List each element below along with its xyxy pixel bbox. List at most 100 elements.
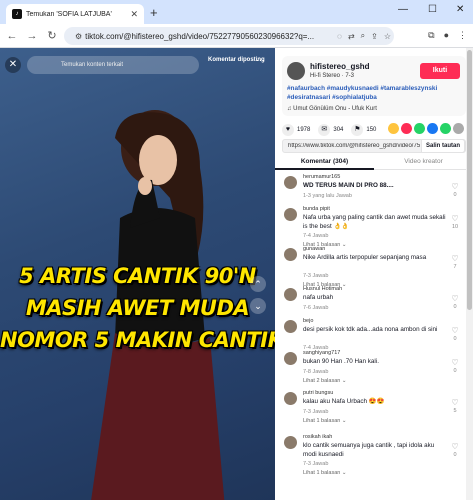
back-icon[interactable]: ← <box>4 30 20 42</box>
comment-meta[interactable]: 7-3 Jawab <box>303 461 328 467</box>
bookmark-icon: ⚑ <box>351 124 364 136</box>
tab-creator-videos[interactable]: Video kreator <box>374 156 473 168</box>
eye-off-icon[interactable]: ◌ <box>337 32 342 41</box>
view-replies-button[interactable]: Lihat 1 balasan ⌄ <box>303 470 346 476</box>
share-whatsapp2-icon[interactable] <box>440 123 451 134</box>
stats-bar: ♥ 1978 ✉ 304 ⚑ 150 <box>282 124 384 136</box>
comment-like-icon[interactable]: ♡ <box>449 294 461 303</box>
video-player[interactable]: ✕ Temukan konten terkait Komentar dipost… <box>0 48 275 500</box>
comment-like-icon[interactable]: ♡ <box>449 214 461 223</box>
tab-title: Temukan 'SOFIA LATJUBA' <box>26 10 112 18</box>
comment-avatar[interactable] <box>284 208 297 221</box>
comment-like-count: 0 <box>453 368 457 374</box>
more-options-icon[interactable]: ⋯ <box>256 55 265 66</box>
comment-avatar[interactable] <box>284 176 297 189</box>
comment-like-count: 10 <box>451 224 459 230</box>
forward-icon[interactable]: → <box>24 30 40 42</box>
share-icon[interactable]: ⇪ <box>371 32 378 41</box>
scrollbar-thumb[interactable] <box>467 50 472 310</box>
tiktok-icon: ♪ <box>12 9 22 19</box>
close-video-button[interactable]: ✕ <box>5 57 21 73</box>
comment-text: kalau aku Nafa Urbach 😍😍 <box>303 398 385 405</box>
url-text: tiktok.com/@hifistereo_gshd/video/752277… <box>85 31 315 41</box>
overlay-line-3: NOMOR 5 MAKIN CANTIK <box>0 328 275 352</box>
tab-comments[interactable]: Komentar (304) <box>275 156 374 170</box>
comment-meta[interactable]: 7-4 Jawab <box>303 233 328 239</box>
view-replies-button[interactable]: Lihat 2 balasan ⌄ <box>303 378 346 384</box>
comment-like-icon[interactable]: ♡ <box>449 442 461 451</box>
zoom-icon[interactable]: ⌕ <box>361 31 365 41</box>
share-more-icon[interactable] <box>453 123 464 134</box>
comment-like-icon[interactable]: ♡ <box>449 398 461 407</box>
share-embed-icon[interactable] <box>388 123 399 134</box>
comment-username[interactable]: sanghiyang717 <box>303 350 340 356</box>
browser-tab[interactable]: ♪ Temukan 'SOFIA LATJUBA' ✕ <box>6 4 144 24</box>
author-username[interactable]: hifistereo_gshd <box>310 62 370 71</box>
comment-text: klo cantik semuanya juga cantik , tapi i… <box>303 442 435 458</box>
bookmark-star-icon[interactable]: ☆ <box>384 32 391 41</box>
related-search-input[interactable]: Temukan konten terkait <box>27 56 199 74</box>
comment-like-count: 7 <box>453 264 457 270</box>
translate-icon[interactable]: ⇄ <box>348 32 355 41</box>
comment-like-icon[interactable]: ♡ <box>449 182 461 191</box>
comment-avatar[interactable] <box>284 320 297 333</box>
new-tab-button[interactable]: + <box>150 5 158 20</box>
comment-like-icon[interactable]: ♡ <box>449 254 461 263</box>
like-stat[interactable]: ♥ 1978 <box>282 124 310 136</box>
comment-meta[interactable]: 7-3 Jawab <box>303 273 328 279</box>
tab-close-icon[interactable]: ✕ <box>130 9 138 20</box>
comment-meta[interactable]: 7-3 Jawab <box>303 409 328 415</box>
share-friends-icon[interactable] <box>401 123 412 134</box>
next-video-button[interactable]: ⌄ <box>250 298 266 314</box>
comment-avatar[interactable] <box>284 436 297 449</box>
profile-icon[interactable]: ● <box>444 30 449 41</box>
comment-username[interactable]: putri bungsu <box>303 390 333 396</box>
comment-avatar[interactable] <box>284 352 297 365</box>
hashtags[interactable]: #nafaurbach #maudykusnaedi #tamarableszy… <box>287 84 463 102</box>
video-link: https://www.tiktok.com/@hifistereo_gshd/… <box>288 143 420 149</box>
comment-meta[interactable]: 7-8 Jawab <box>303 369 328 375</box>
author-card: hifistereo_gshd Hi-fi Stereo · 7-3 Ikuti… <box>282 56 466 116</box>
comment-meta[interactable]: 7-6 Jawab <box>303 305 328 311</box>
comment-username[interactable]: bunda pipit <box>303 206 330 212</box>
comment-username[interactable]: Husnul Hotimah <box>303 286 342 292</box>
comment-avatar[interactable] <box>284 288 297 301</box>
music-link[interactable]: ♫ Umut Gönülüm Onu - Ufuk Kurt <box>287 106 377 112</box>
extensions-icon[interactable]: ⧉ <box>428 30 434 41</box>
overlay-line-1: 5 ARTIS CANTIK 90'N <box>19 264 256 288</box>
comment-like-count: 0 <box>453 192 457 198</box>
link-box: https://www.tiktok.com/@hifistereo_gshd/… <box>282 139 466 153</box>
maximize-button[interactable]: ☐ <box>428 4 437 15</box>
previous-video-button[interactable]: ⌃ <box>250 276 266 292</box>
close-window-button[interactable]: ✕ <box>456 4 464 15</box>
comment-avatar[interactable] <box>284 248 297 261</box>
menu-icon[interactable]: ⋮ <box>458 30 467 41</box>
comment-stat[interactable]: ✉ 304 <box>318 124 343 136</box>
scrollbar[interactable] <box>466 48 473 500</box>
comment-username[interactable]: bejo <box>303 318 313 324</box>
share-facebook-icon[interactable] <box>427 123 438 134</box>
save-stat[interactable]: ⚑ 150 <box>351 124 376 136</box>
minimize-button[interactable]: — <box>398 4 408 15</box>
author-avatar[interactable] <box>287 62 305 80</box>
heart-icon: ♥ <box>282 124 294 136</box>
author-subtitle: Hi-fi Stereo · 7-3 <box>310 73 355 79</box>
comment-meta[interactable]: 1-3 yang lalu Jawab <box>303 193 352 199</box>
share-whatsapp-icon[interactable] <box>414 123 425 134</box>
comment-username[interactable]: herumamur165 <box>303 174 340 180</box>
view-replies-button[interactable]: Lihat 1 balasan ⌄ <box>303 418 346 424</box>
follow-button[interactable]: Ikuti <box>420 63 460 79</box>
site-info-icon[interactable]: ⚙ <box>75 32 82 41</box>
comment-like-count: 0 <box>453 452 457 458</box>
toolbar: ← → ↻ ⚙ tiktok.com/@hifistereo_gshd/vide… <box>0 24 473 48</box>
reload-icon[interactable]: ↻ <box>44 29 60 42</box>
comment-like-icon[interactable]: ♡ <box>449 326 461 335</box>
comment-icon: ✉ <box>318 124 331 136</box>
comment-like-icon[interactable]: ♡ <box>449 358 461 367</box>
copy-link-button[interactable]: Salin tautan <box>421 139 465 153</box>
comment-username[interactable]: gunawan <box>303 246 325 252</box>
comment-username[interactable]: rosikah ikah <box>303 434 332 440</box>
comment-text: Nafa urba yang paling cantik dan awet mu… <box>303 214 446 230</box>
address-bar[interactable]: ⚙ tiktok.com/@hifistereo_gshd/video/7522… <box>64 27 394 45</box>
comment-avatar[interactable] <box>284 392 297 405</box>
